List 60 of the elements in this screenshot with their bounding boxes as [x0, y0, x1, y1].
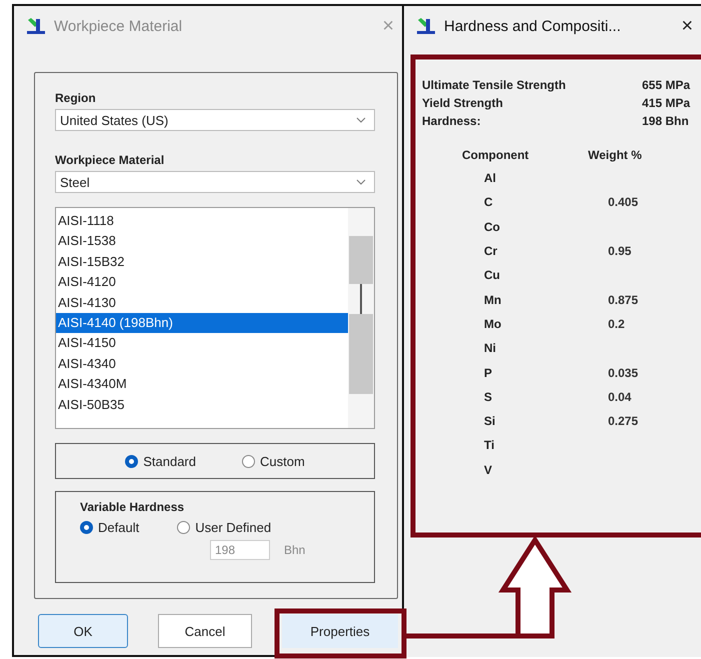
property-label: Ultimate Tensile Strength: [422, 78, 567, 92]
property-label: Yield Strength: [422, 96, 504, 110]
table-cell-text: Al: [483, 171, 497, 186]
table-cell-text: Ti: [483, 438, 496, 452]
dialog-button[interactable]: OK: [38, 614, 128, 648]
dialog-button[interactable]: Cancel: [158, 614, 252, 648]
list-item[interactable]: AISI-1118: [56, 211, 348, 232]
field-label: Workpiece Material: [55, 153, 166, 167]
column-header: Weight %: [588, 148, 642, 162]
list-item[interactable]: AISI-1538: [56, 231, 348, 252]
field-label: Region: [55, 91, 97, 105]
table-cell-text: Cr: [483, 244, 498, 258]
app-logo-icon: [26, 17, 46, 35]
table-cell-text: V: [483, 462, 494, 477]
list-item[interactable]: AISI-4130: [56, 292, 348, 314]
table-cell-text: S: [483, 390, 494, 404]
unit-label: Bhn: [284, 543, 306, 557]
property-value: 655 MPa: [642, 78, 690, 92]
table-cell-text: Co: [483, 220, 501, 234]
table-cell-text: Ni: [483, 341, 497, 356]
radio-option[interactable]: Standard: [125, 454, 196, 468]
chevron-icon: [356, 117, 366, 123]
table-cell-text: 0.2: [607, 316, 625, 331]
table-cell-text: Cu: [483, 268, 501, 282]
property-label: Hardness:: [422, 114, 482, 128]
property-value: 198 Bhn: [642, 114, 689, 128]
chevron-icon: [356, 179, 366, 185]
group-title: Variable Hardness: [80, 500, 186, 514]
list-item[interactable]: AISI-4120: [56, 272, 348, 293]
list-item[interactable]: AISI-50B35: [56, 394, 348, 416]
close-button[interactable]: ×: [681, 16, 693, 36]
table-cell-text: Mn: [483, 292, 502, 307]
list-item[interactable]: AISI-4150: [56, 333, 348, 354]
table-cell-text: 0.035: [607, 366, 638, 380]
column-header: Component: [462, 148, 530, 162]
dialog-button[interactable]: Properties: [282, 614, 398, 648]
radio-option[interactable]: Default: [80, 520, 140, 535]
app-logo-icon: [416, 17, 436, 35]
list-item[interactable]: AISI-4340: [56, 354, 348, 374]
table-cell-text: Mo: [483, 316, 502, 331]
table-cell-text: 0.04: [607, 390, 632, 404]
property-value: 415 MPa: [642, 96, 690, 110]
list-item[interactable]: AISI-4140 (198Bhn): [56, 313, 348, 334]
hardness-field[interactable]: 198: [210, 540, 270, 560]
window-title: Workpiece Material: [54, 18, 184, 34]
table-cell-text: 0.405: [607, 195, 638, 210]
list-item[interactable]: AISI-15B32: [56, 252, 348, 272]
window-title: Hardness and Compositi...: [444, 18, 622, 34]
region-dropdown[interactable]: United States (US): [55, 109, 375, 131]
scrollbar[interactable]: [348, 208, 374, 428]
table-cell-text: 0.95: [607, 244, 632, 258]
table-cell-text: Si: [483, 414, 496, 428]
table-cell-text: P: [483, 366, 494, 380]
table-cell-text: 0.275: [607, 414, 638, 428]
radio-option[interactable]: User Defined: [177, 520, 272, 535]
table-cell-text: 0.875: [607, 292, 638, 307]
list-item[interactable]: AISI-4340M: [56, 374, 348, 395]
material-dropdown[interactable]: Steel: [55, 171, 375, 193]
table-cell-text: C: [483, 195, 494, 210]
radio-option[interactable]: Custom: [242, 454, 305, 468]
